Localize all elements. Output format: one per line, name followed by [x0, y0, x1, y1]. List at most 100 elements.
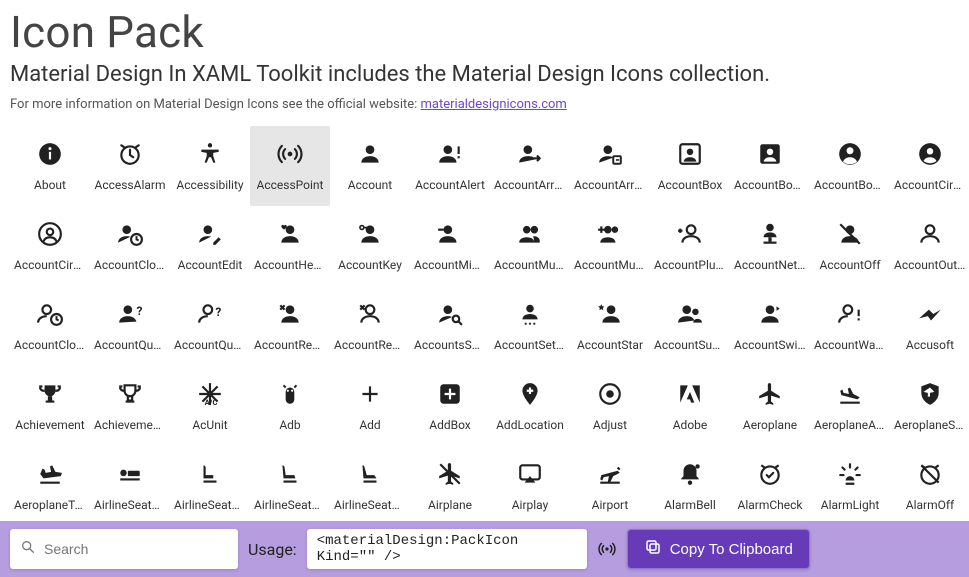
icon-label: Accusoft: [906, 338, 954, 352]
account-circle-b-icon: [836, 140, 864, 168]
icon-tile[interactable]: AlarmOff: [890, 446, 969, 526]
usage-value[interactable]: <materialDesign:PackIcon Kind="" />: [307, 529, 587, 569]
icon-tile[interactable]: AccountHeart: [250, 206, 330, 286]
icon-tile[interactable]: Airport: [570, 446, 650, 526]
icon-tile[interactable]: AccountQuestion: [90, 286, 170, 366]
icon-tile[interactable]: AccountsSearch: [410, 286, 490, 366]
copy-to-clipboard-button[interactable]: Copy To Clipboard: [627, 529, 810, 569]
icon-tile[interactable]: AirlineSeatNormal: [330, 446, 410, 526]
icon-tile[interactable]: AccountEdit: [170, 206, 250, 286]
icon-tile[interactable]: AchievementOutline: [90, 366, 170, 446]
icon-tile[interactable]: AccountMultiple: [490, 206, 570, 286]
icon-tile[interactable]: AccountOff: [810, 206, 890, 286]
icon-label: Adb: [279, 418, 300, 432]
icon-tile[interactable]: AccountOutline: [890, 206, 969, 286]
icon-tile[interactable]: Adb: [250, 366, 330, 446]
icon-tile[interactable]: AccountRemove: [250, 286, 330, 366]
icon-tile[interactable]: AccountArrowRightOutline: [570, 126, 650, 206]
icon-tile[interactable]: AccountSupervisor: [650, 286, 730, 366]
icon-label: AccountWarning: [814, 338, 886, 352]
accesspoint-icon: [276, 140, 304, 168]
icon-tile[interactable]: AccountClockOutline: [10, 286, 90, 366]
icon-tile[interactable]: AddBox: [410, 366, 490, 446]
icon-tile[interactable]: AccountNetwork: [730, 206, 810, 286]
icon-tile[interactable]: AlarmLight: [810, 446, 890, 526]
seat-recline3-icon: [356, 460, 384, 488]
icon-tile[interactable]: AccountRemoveOutline: [330, 286, 410, 366]
icon-tile[interactable]: AirlineSeatRecline: [170, 446, 250, 526]
icon-tile[interactable]: AccountCircle: [890, 126, 969, 206]
search-input[interactable]: [44, 541, 228, 557]
icon-label: Adjust: [593, 418, 627, 432]
account-network-icon: [756, 220, 784, 248]
icon-tile[interactable]: AeroplaneTakeoff: [10, 446, 90, 526]
icon-tile[interactable]: AccountClock: [90, 206, 170, 286]
icon-label: AeroplaneShield: [894, 418, 966, 432]
alarm-icon: [116, 140, 144, 168]
icon-label: AirlineSeatFlat: [94, 498, 166, 512]
icon-tile[interactable]: AccessAlarm: [90, 126, 170, 206]
airplane-shield-icon: [916, 380, 944, 408]
icon-tile[interactable]: AlarmCheck: [730, 446, 810, 526]
icon-tile[interactable]: Airplay: [490, 446, 570, 526]
info-link[interactable]: materialdesignicons.com: [421, 97, 567, 112]
icon-tile[interactable]: AccountMinus: [410, 206, 490, 286]
icon-tile[interactable]: AccountSettings: [490, 286, 570, 366]
icon-tile[interactable]: AirlineSeatExtra: [250, 446, 330, 526]
icon-tile[interactable]: AccountKey: [330, 206, 410, 286]
icon-label: AccountRemove: [254, 338, 326, 352]
icon-tile[interactable]: AccountBoxOutline: [810, 126, 890, 206]
icon-tile[interactable]: AccountAlert: [410, 126, 490, 206]
icon-label: AccountQuestionOutline: [174, 338, 246, 352]
icon-label: AccountEdit: [178, 258, 243, 272]
icon-tile[interactable]: AddLocation: [490, 366, 570, 446]
icon-tile[interactable]: Accessibility: [170, 126, 250, 206]
icon-tile[interactable]: AlarmBell: [650, 446, 730, 526]
icon-tile[interactable]: About: [10, 126, 90, 206]
icon-tile[interactable]: Aeroplane: [730, 366, 810, 446]
icon-tile[interactable]: Adobe: [650, 366, 730, 446]
icon-tile[interactable]: AccountBoxMultiple: [730, 126, 810, 206]
icon-label: AlarmOff: [906, 498, 954, 512]
account-icon: [356, 140, 384, 168]
icon-tile[interactable]: AcUnit: [170, 366, 250, 446]
icon-label: AcUnit: [192, 418, 227, 432]
icon-tile[interactable]: Achievement: [10, 366, 90, 446]
icon-tile[interactable]: AccessPoint: [250, 126, 330, 206]
icon-tile[interactable]: AccountArrowRight: [490, 126, 570, 206]
icon-label: AccountSwitch: [734, 338, 806, 352]
icon-tile[interactable]: AccountStar: [570, 286, 650, 366]
account-edit-icon: [196, 220, 224, 248]
icon-tile[interactable]: Adjust: [570, 366, 650, 446]
icon-tile[interactable]: AccountCircleOutline: [10, 206, 90, 286]
seat-flat-icon: [116, 460, 144, 488]
icon-tile[interactable]: AccountMultiplePlus: [570, 206, 650, 286]
icon-tile[interactable]: AeroplaneArriving: [810, 366, 890, 446]
icon-label: AirlineSeatNormal: [334, 498, 406, 512]
info-prefix: For more information on Material Design …: [10, 97, 421, 112]
icon-tile[interactable]: AccountQuestionOutline: [170, 286, 250, 366]
icon-tile[interactable]: Airplane: [410, 446, 490, 526]
search-box[interactable]: [10, 529, 238, 569]
icon-tile[interactable]: AccountPlusOutline: [650, 206, 730, 286]
icon-label: Airport: [592, 498, 629, 512]
icon-tile[interactable]: AccountBox: [650, 126, 730, 206]
account-question-o-icon: [196, 300, 224, 328]
icon-tile[interactable]: Add: [330, 366, 410, 446]
search-icon: [20, 539, 36, 559]
accusoft-icon: [916, 300, 944, 328]
icon-tile[interactable]: AccountWarning: [810, 286, 890, 366]
icon-label: Achievement: [15, 418, 84, 432]
icon-label: AccountBoxOutline: [814, 178, 886, 192]
account-multiple-plus-icon: [596, 220, 624, 248]
icon-tile[interactable]: Account: [330, 126, 410, 206]
account-key-icon: [356, 220, 384, 248]
icon-label: AccountKey: [338, 258, 402, 272]
icon-tile[interactable]: AeroplaneShield: [890, 366, 969, 446]
alarm-check-icon: [756, 460, 784, 488]
airplay-icon: [516, 460, 544, 488]
icon-tile[interactable]: AirlineSeatFlat: [90, 446, 170, 526]
icon-tile[interactable]: AccountSwitch: [730, 286, 810, 366]
icon-tile[interactable]: Accusoft: [890, 286, 969, 366]
account-alert-icon: [436, 140, 464, 168]
